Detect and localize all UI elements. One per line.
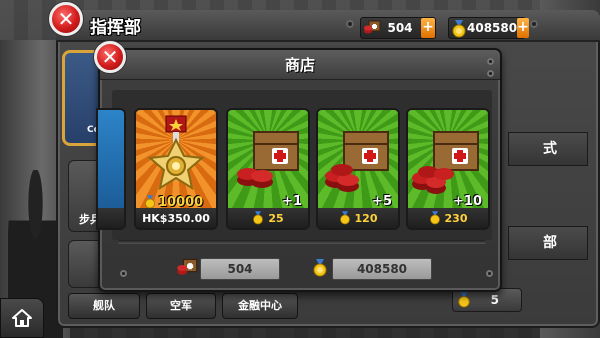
medal-coin-icon: [451, 20, 467, 38]
shop-supplies-field: 504: [200, 258, 280, 280]
shop-item-medal-pack[interactable]: 10000 HK$350.00: [134, 108, 218, 230]
supply-crate-icon: [363, 20, 381, 36]
right-list-item[interactable]: 部: [508, 226, 588, 260]
item-price: 25: [228, 208, 308, 228]
navy-button[interactable]: 舰队: [68, 293, 140, 319]
item-quantity: +1: [282, 194, 302, 209]
item-price-value: HK$350.00: [142, 211, 210, 225]
item-price: 120: [318, 208, 398, 228]
shop-item-partial[interactable]: [96, 108, 126, 230]
hq-title: 指挥部: [90, 18, 141, 38]
add-supplies-button[interactable]: +: [421, 18, 435, 38]
close-icon: ✕: [101, 45, 119, 69]
home-button[interactable]: [0, 298, 44, 338]
medal-coin-icon: [253, 211, 264, 225]
hq-stat-value: 5: [490, 293, 499, 307]
shop-item-supply-10[interactable]: +10 230: [406, 108, 490, 230]
close-icon: ✕: [57, 7, 75, 31]
rivet: [487, 58, 494, 65]
item-quantity: +10: [453, 194, 482, 209]
medals-counter: 408580 +: [448, 17, 529, 39]
item-price-value: 25: [268, 211, 284, 225]
shop-item-supply-1[interactable]: +1 25: [226, 108, 310, 230]
item-price: HK$350.00: [136, 208, 216, 228]
hq-close-button[interactable]: ✕: [49, 2, 83, 36]
home-icon: [11, 308, 33, 328]
shop-close-button[interactable]: ✕: [94, 41, 126, 73]
item-price: 230: [408, 208, 488, 228]
medal-coin-icon: [339, 211, 350, 225]
item-art: [98, 110, 124, 210]
shop-medals-field: 408580: [332, 258, 432, 280]
rivet: [487, 70, 494, 77]
supplies-counter: 504 +: [360, 17, 436, 39]
item-price-value: 230: [444, 211, 468, 225]
supply-crate-icon: [176, 258, 198, 278]
shop-divider: [118, 240, 486, 244]
finance-center-button[interactable]: 金融中心: [222, 293, 298, 319]
medal-coin-icon: [429, 211, 440, 225]
item-quantity: +5: [372, 194, 392, 209]
item-price-bar: [98, 208, 124, 228]
shop-item-supply-5[interactable]: +5 120: [316, 108, 400, 230]
shop-title: 商店: [284, 56, 315, 74]
add-medals-button[interactable]: +: [517, 18, 529, 38]
medal-coin-icon: [457, 291, 471, 309]
rivet: [486, 270, 493, 277]
rivet: [346, 20, 354, 28]
rivet: [120, 270, 127, 277]
right-list-item[interactable]: 式: [508, 132, 588, 166]
medal-coin-icon: [312, 258, 328, 278]
item-price-value: 120: [354, 211, 378, 225]
airforce-button[interactable]: 空军: [146, 293, 216, 319]
rivet: [530, 20, 538, 28]
medal-coin-icon: [145, 195, 155, 209]
